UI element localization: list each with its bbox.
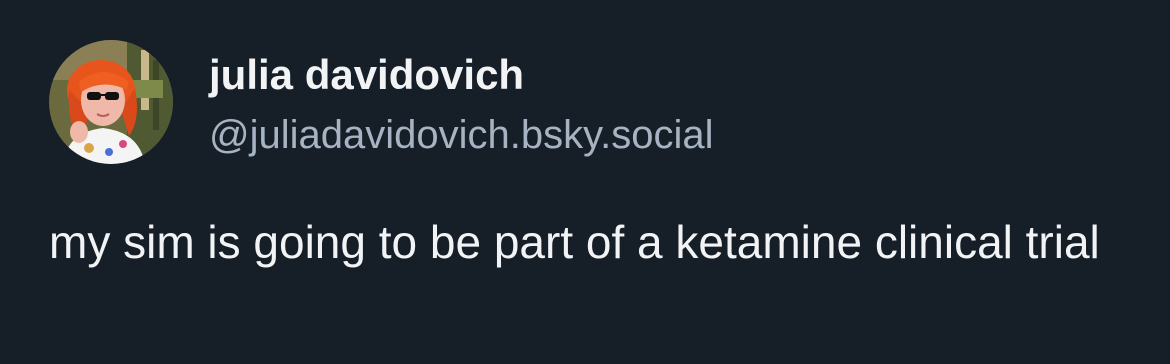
post-text: my sim is going to be part of a ketamine…	[49, 216, 1100, 268]
avatar-photo-icon	[49, 40, 173, 164]
author-handle[interactable]: @juliadavidovich.bsky.social	[209, 110, 714, 160]
author-avatar[interactable]	[49, 40, 173, 164]
post-card: julia davidovich @juliadavidovich.bsky.s…	[0, 0, 1170, 364]
author-display-name[interactable]: julia davidovich	[209, 50, 524, 100]
